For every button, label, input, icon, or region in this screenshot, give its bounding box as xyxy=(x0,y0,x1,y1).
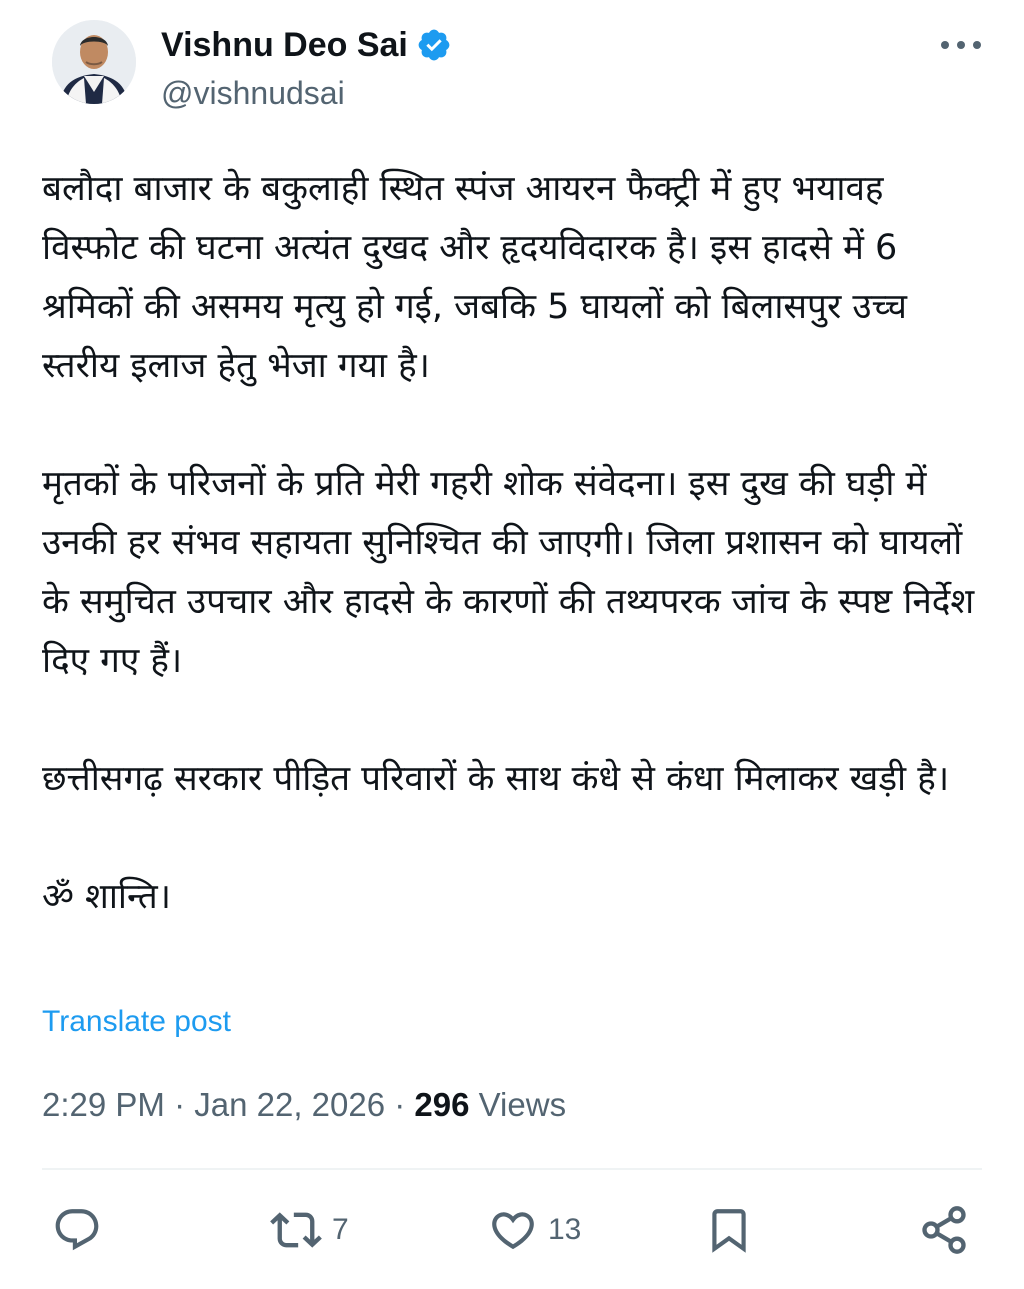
translate-post-link[interactable]: Translate post xyxy=(42,1002,231,1042)
tweet-paragraph: बलौदा बाजार के बकुलाही स्थित स्पंज आयरन … xyxy=(42,169,907,386)
verified-badge-icon xyxy=(416,27,452,63)
tweet-paragraph: छत्तीसगढ़ सरकार पीड़ित परिवारों के साथ क… xyxy=(42,759,950,799)
bookmark-button[interactable] xyxy=(704,1200,754,1260)
post-meta: 2:29 PM · Jan 22, 2026 · 296 Views xyxy=(42,1083,566,1127)
tweet-paragraph: ॐ शान्ति। xyxy=(42,877,171,917)
profile-photo xyxy=(52,20,136,104)
post-date[interactable]: Jan 22, 2026 xyxy=(194,1086,385,1123)
like-count: 13 xyxy=(548,1213,582,1246)
bookmark-icon xyxy=(712,1209,746,1253)
meta-separator: · xyxy=(385,1086,415,1123)
like-button[interactable]: 13 xyxy=(488,1200,581,1260)
reply-icon xyxy=(55,1209,99,1251)
views-count[interactable]: 296 xyxy=(414,1086,469,1123)
share-button[interactable] xyxy=(918,1200,970,1260)
author-name[interactable]: Vishnu Deo Sai xyxy=(161,24,452,66)
author-name-text[interactable]: Vishnu Deo Sai xyxy=(161,24,408,66)
repost-button[interactable]: 7 xyxy=(270,1200,349,1260)
tweet-paragraph: मृतकों के परिजनों के प्रति मेरी गहरी शोक… xyxy=(42,464,975,681)
share-icon xyxy=(922,1206,966,1254)
repost-icon xyxy=(270,1212,322,1248)
reply-button[interactable] xyxy=(52,1200,102,1260)
tweet-text: बलौदा बाजार के बकुलाही स्थित स्पंज आयरन … xyxy=(42,160,982,927)
author-handle[interactable]: @vishnudsai xyxy=(161,73,345,113)
avatar[interactable] xyxy=(52,20,136,104)
meta-separator: · xyxy=(164,1086,195,1123)
repost-count: 7 xyxy=(332,1213,349,1246)
views-label[interactable]: Views xyxy=(469,1086,566,1123)
more-options-icon[interactable] xyxy=(935,32,987,58)
post-time[interactable]: 2:29 PM xyxy=(42,1086,165,1123)
like-icon xyxy=(492,1212,534,1250)
divider xyxy=(42,1168,982,1170)
